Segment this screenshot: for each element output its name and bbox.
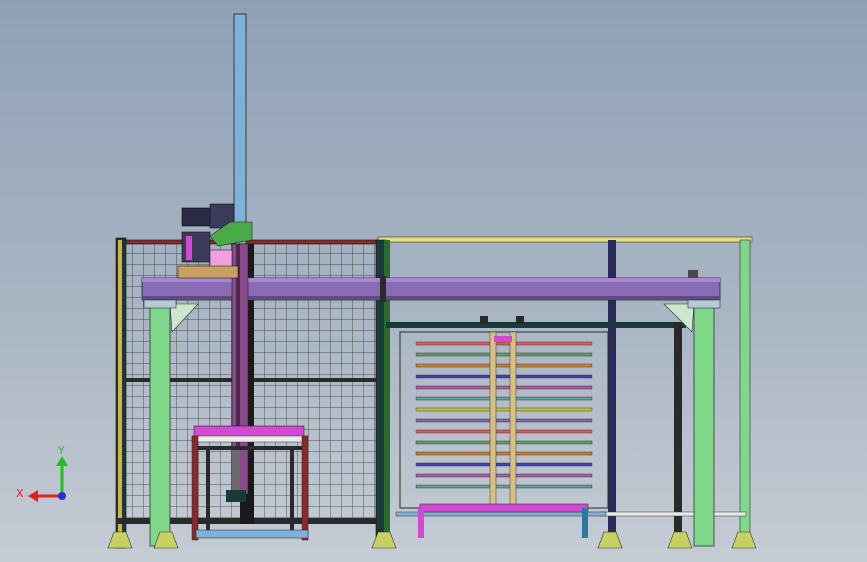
y-axis-arrowhead: [56, 456, 68, 466]
tray: [415, 374, 593, 379]
tray: [415, 473, 593, 478]
floor-foot: [597, 531, 623, 549]
floor-foot: [107, 531, 133, 549]
gantry-robot-assembly-drawing: Y X: [16, 13, 757, 549]
tray: [415, 363, 593, 368]
z-axis-dot: [58, 492, 66, 500]
x-axis-arrowhead: [28, 490, 38, 502]
tray: [415, 484, 593, 489]
tray: [415, 418, 593, 423]
tray: [415, 440, 593, 445]
vertical-mast: [231, 13, 249, 495]
tray: [415, 396, 593, 401]
tray-rack-rails: [418, 316, 589, 538]
tray: [415, 352, 593, 357]
tray: [415, 429, 593, 434]
tray: [415, 407, 593, 412]
floor-foot: [667, 531, 693, 549]
y-axis-label: Y: [57, 444, 65, 457]
floor-foot: [371, 531, 397, 549]
coordinate-triad: Y X: [16, 444, 68, 502]
tray-stack: [415, 341, 593, 489]
cross-beam: [141, 276, 721, 302]
tray: [415, 451, 593, 456]
floor-foot: [731, 531, 757, 549]
right-support-column: [663, 270, 721, 547]
tray: [415, 385, 593, 390]
cad-viewport[interactable]: Y X: [0, 0, 867, 562]
x-axis-label: X: [16, 487, 24, 500]
tray: [415, 462, 593, 467]
tray: [415, 341, 593, 346]
